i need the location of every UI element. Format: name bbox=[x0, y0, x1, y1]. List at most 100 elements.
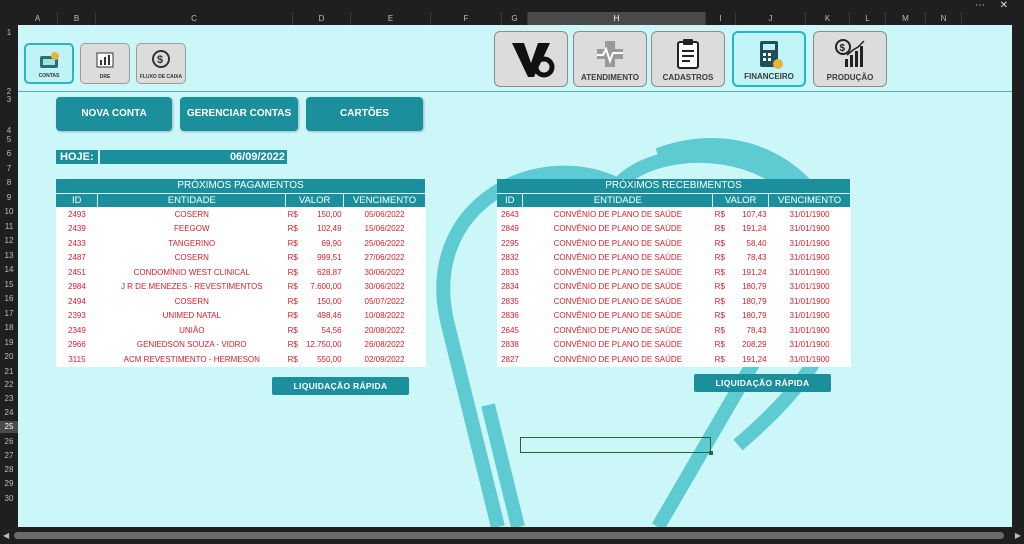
atendimento-button[interactable]: ATENDIMENTO bbox=[573, 31, 647, 87]
row-header-19[interactable]: 19 bbox=[0, 337, 18, 349]
dre-button[interactable]: DRE bbox=[80, 43, 130, 84]
currency-label: R$ bbox=[714, 209, 725, 219]
row-header-12[interactable]: 12 bbox=[0, 235, 18, 247]
window-controls[interactable]: ⋯ ✕ bbox=[975, 0, 1014, 12]
table-row[interactable]: 2833 CONVÊNIO DE PLANO DE SAÚDE R$ 191,24 31… bbox=[497, 265, 851, 280]
table-row[interactable]: 2827 CONVÊNIO DE PLANO DE SAÚDE R$ 191,24 31… bbox=[497, 352, 851, 367]
contas-button[interactable]: CONTAS bbox=[24, 43, 74, 84]
vertical-scrollbar[interactable] bbox=[1012, 12, 1024, 527]
selected-cell[interactable] bbox=[520, 437, 713, 455]
table-row[interactable]: 2494 COSERN R$ 150,00 05/07/2022 bbox=[56, 294, 426, 309]
column-header-g[interactable]: G bbox=[502, 12, 528, 25]
row-headers: 1 2 3 4 5 6 7 8 9 10 11 12 13 14 15 16 17 18 19 20 21 22 23 24 2… bbox=[0, 25, 18, 527]
row-header-30[interactable]: 30 bbox=[0, 493, 18, 505]
column-header-h[interactable]: H bbox=[528, 12, 706, 25]
vencimento-cell: 31/01/1900 bbox=[768, 207, 851, 222]
spreadsheet-canvas[interactable]: CONTAS DRE $ FLUXO DE CAIXA ATENDIMENTO bbox=[18, 25, 1012, 527]
table-row[interactable]: 2849 CONVÊNIO DE PLANO DE SAÚDE R$ 191,24 31… bbox=[497, 221, 851, 236]
column-header-c[interactable]: C bbox=[96, 12, 293, 25]
table-row[interactable]: 2439 FEEGOW R$ 102,49 15/06/2022 bbox=[56, 221, 426, 236]
row-header-8[interactable]: 8 bbox=[0, 177, 18, 189]
today-label: HOJE: bbox=[56, 150, 98, 164]
row-header-10[interactable]: 10 bbox=[0, 206, 18, 218]
column-header-f[interactable]: F bbox=[431, 12, 502, 25]
row-header-18[interactable]: 18 bbox=[0, 322, 18, 334]
row-header-15[interactable]: 15 bbox=[0, 279, 18, 291]
scroll-left-icon[interactable]: ◀ bbox=[3, 531, 9, 540]
logo-icon bbox=[506, 37, 556, 86]
row-header-14[interactable]: 14 bbox=[0, 264, 18, 276]
row-header-26[interactable]: 26 bbox=[0, 436, 18, 448]
table-row[interactable]: 2835 CONVÊNIO DE PLANO DE SAÚDE R$ 180,79 31… bbox=[497, 294, 851, 309]
cartoes-button[interactable]: CARTÕES bbox=[306, 97, 423, 131]
id-cell: 2643 bbox=[497, 207, 523, 222]
column-header-e[interactable]: E bbox=[351, 12, 431, 25]
column-header-b[interactable]: B bbox=[58, 12, 96, 25]
column-header-a[interactable]: A bbox=[18, 12, 58, 25]
currency-label: R$ bbox=[714, 354, 725, 364]
column-header-j[interactable]: J bbox=[736, 12, 806, 25]
table-row[interactable]: 2393 UNIMED NATAL R$ 498,46 10/08/2022 bbox=[56, 308, 426, 323]
row-header-22[interactable]: 22 bbox=[0, 379, 18, 391]
row-header-13[interactable]: 13 bbox=[0, 250, 18, 262]
entidade-cell: CONVÊNIO DE PLANO DE SAÚDE bbox=[522, 236, 713, 251]
row-header-24[interactable]: 24 bbox=[0, 407, 18, 419]
row-header-9[interactable]: 9 bbox=[0, 192, 18, 204]
row-header-20[interactable]: 20 bbox=[0, 351, 18, 363]
scroll-thumb[interactable] bbox=[14, 532, 1004, 539]
entidade-cell: GENIEDSON SOUZA - VIDRO bbox=[97, 337, 286, 352]
table-row[interactable]: 2295 CONVÊNIO DE PLANO DE SAÚDE R$ 58,40 31/… bbox=[497, 236, 851, 251]
gerenciar-contas-button[interactable]: GERENCIAR CONTAS bbox=[180, 97, 298, 131]
table-row[interactable]: 2834 CONVÊNIO DE PLANO DE SAÚDE R$ 180,79 31… bbox=[497, 279, 851, 294]
scroll-right-icon[interactable]: ▶ bbox=[1015, 531, 1021, 540]
row-header-25[interactable]: 25 bbox=[0, 421, 18, 433]
row-header-7[interactable]: 7 bbox=[0, 163, 18, 175]
column-header-l[interactable]: L bbox=[850, 12, 886, 25]
nova-conta-button[interactable]: NOVA CONTA bbox=[56, 97, 172, 131]
cadastros-button[interactable]: CADASTROS bbox=[651, 31, 725, 87]
row-header-27[interactable]: 27 bbox=[0, 450, 18, 462]
table-row[interactable]: 2643 CONVÊNIO DE PLANO DE SAÚDE R$ 107,43 31… bbox=[497, 207, 851, 222]
producao-button[interactable]: $ PRODUÇÃO bbox=[813, 31, 887, 87]
row-header-28[interactable]: 28 bbox=[0, 464, 18, 476]
table-row[interactable]: 2645 CONVÊNIO DE PLANO DE SAÚDE R$ 78,43 31/… bbox=[497, 323, 851, 338]
horizontal-scrollbar[interactable]: ◀ ▶ bbox=[0, 527, 1024, 544]
table-row[interactable]: 2838 CONVÊNIO DE PLANO DE SAÚDE R$ 208,29 31… bbox=[497, 337, 851, 352]
table-row[interactable]: 2433 TANGERINO R$ 69,90 25/06/2022 bbox=[56, 236, 426, 251]
row-header-3[interactable]: 3 bbox=[0, 94, 18, 106]
row-header-17[interactable]: 17 bbox=[0, 308, 18, 320]
table-row[interactable]: 2451 CONDOMÍNIO WEST CLINICAL R$ 628,87 30/0… bbox=[56, 265, 426, 280]
table-row[interactable]: 2836 CONVÊNIO DE PLANO DE SAÚDE R$ 180,79 31… bbox=[497, 308, 851, 323]
table-row[interactable]: 2487 COSERN R$ 999,51 27/06/2022 bbox=[56, 250, 426, 265]
home-logo-button[interactable] bbox=[494, 31, 568, 87]
table-row[interactable]: 2349 UNIÃO R$ 54,56 20/08/2022 bbox=[56, 323, 426, 338]
column-header-m[interactable]: M bbox=[886, 12, 926, 25]
valor-cell: R$ 102,49 bbox=[285, 221, 344, 236]
table-row[interactable]: 2832 CONVÊNIO DE PLANO DE SAÚDE R$ 78,43 31/… bbox=[497, 250, 851, 265]
fill-handle[interactable] bbox=[709, 451, 713, 455]
column-header-n[interactable]: N bbox=[926, 12, 962, 25]
recebimentos-liquidacao-rapida-button[interactable]: LIQUIDAÇÃO RÁPIDA bbox=[694, 374, 831, 392]
valor-cell: R$ 208,29 bbox=[712, 337, 769, 352]
valor-cell: R$ 628,87 bbox=[285, 265, 344, 280]
row-header-11[interactable]: 11 bbox=[0, 221, 18, 233]
row-header-6[interactable]: 6 bbox=[0, 148, 18, 160]
table-row[interactable]: 2984 J R DE MENEZES - REVESTIMENTOS R$ 7.60… bbox=[56, 279, 426, 294]
entidade-cell: CONDOMÍNIO WEST CLINICAL bbox=[97, 265, 286, 280]
fluxo-de-caixa-button[interactable]: $ FLUXO DE CAIXA bbox=[136, 43, 186, 84]
financeiro-button[interactable]: FINANCEIRO bbox=[732, 31, 806, 87]
column-header-k[interactable]: K bbox=[806, 12, 850, 25]
column-header-i[interactable]: I bbox=[706, 12, 736, 25]
table-row[interactable]: 2966 GENIEDSON SOUZA - VIDRO R$ 12.750,00 26… bbox=[56, 337, 426, 352]
row-header-1[interactable]: 1 bbox=[0, 27, 18, 39]
row-header-23[interactable]: 23 bbox=[0, 393, 18, 405]
column-header: VENCIMENTO bbox=[768, 193, 851, 207]
row-header-21[interactable]: 21 bbox=[0, 366, 18, 378]
row-header-29[interactable]: 29 bbox=[0, 478, 18, 490]
table-row[interactable]: 2493 COSERN R$ 150,00 05/06/2022 bbox=[56, 207, 426, 222]
row-header-5[interactable]: 5 bbox=[0, 134, 18, 146]
table-row[interactable]: 3115 ACM REVESTIMENTO - HERMESON R$ 550,00 0… bbox=[56, 352, 426, 367]
column-header-d[interactable]: D bbox=[293, 12, 351, 25]
row-header-16[interactable]: 16 bbox=[0, 293, 18, 305]
pagamentos-liquidacao-rapida-button[interactable]: LIQUIDAÇÃO RÁPIDA bbox=[272, 377, 409, 395]
